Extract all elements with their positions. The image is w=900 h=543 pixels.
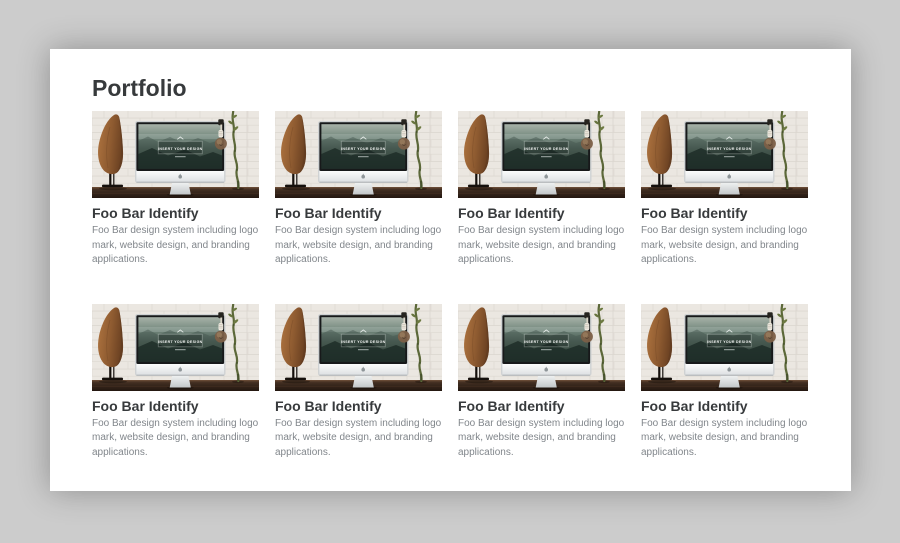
card-title: Foo Bar Identify [275,205,442,221]
card-title: Foo Bar Identify [275,398,442,414]
portfolio-card[interactable]: Foo Bar Identify Foo Bar design system i… [458,304,625,461]
project-thumbnail-image[interactable] [458,304,625,391]
portfolio-page: Portfolio Foo Bar Identify Foo Bar desig… [50,49,851,491]
portfolio-card[interactable]: Foo Bar Identify Foo Bar design system i… [92,111,259,268]
card-description: Foo Bar design system including logo mar… [275,417,446,461]
card-title: Foo Bar Identify [92,398,259,414]
project-thumbnail-image[interactable] [641,304,808,391]
project-thumbnail-image[interactable] [92,111,259,198]
portfolio-card[interactable]: Foo Bar Identify Foo Bar design system i… [641,304,808,461]
card-description: Foo Bar design system including logo mar… [92,417,263,461]
project-thumbnail-image[interactable] [641,111,808,198]
card-title: Foo Bar Identify [641,205,808,221]
portfolio-card[interactable]: Foo Bar Identify Foo Bar design system i… [641,111,808,268]
card-description: Foo Bar design system including logo mar… [458,417,629,461]
card-description: Foo Bar design system including logo mar… [92,224,263,268]
card-title: Foo Bar Identify [458,205,625,221]
portfolio-card[interactable]: Foo Bar Identify Foo Bar design system i… [92,304,259,461]
portfolio-card[interactable]: Foo Bar Identify Foo Bar design system i… [275,111,442,268]
card-description: Foo Bar design system including logo mar… [641,417,812,461]
card-title: Foo Bar Identify [92,205,259,221]
portfolio-card[interactable]: Foo Bar Identify Foo Bar design system i… [275,304,442,461]
project-thumbnail-image[interactable] [92,304,259,391]
project-thumbnail-image[interactable] [275,304,442,391]
card-title: Foo Bar Identify [458,398,625,414]
portfolio-card[interactable]: Foo Bar Identify Foo Bar design system i… [458,111,625,268]
project-thumbnail-image[interactable] [275,111,442,198]
card-description: Foo Bar design system including logo mar… [641,224,812,268]
card-description: Foo Bar design system including logo mar… [458,224,629,268]
card-description: Foo Bar design system including logo mar… [275,224,446,268]
project-thumbnail-image[interactable] [458,111,625,198]
portfolio-grid: Foo Bar Identify Foo Bar design system i… [92,111,809,461]
card-title: Foo Bar Identify [641,398,808,414]
page-title: Portfolio [92,75,809,102]
